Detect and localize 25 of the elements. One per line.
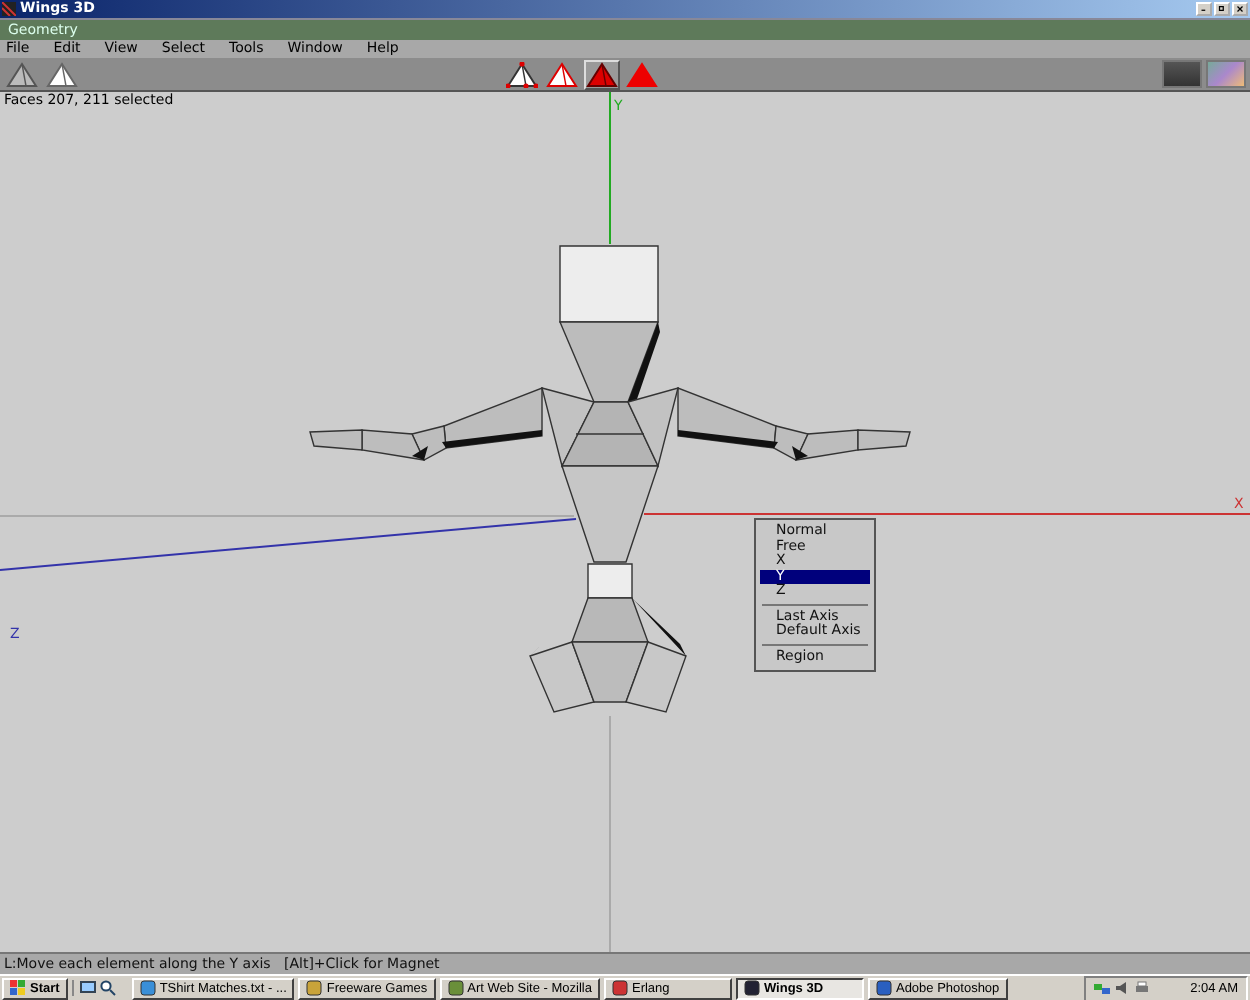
app-icon xyxy=(447,980,464,996)
view-mode-button[interactable] xyxy=(4,59,40,89)
app-icon xyxy=(306,980,323,996)
restore-button[interactable] xyxy=(1214,2,1230,16)
workmode-button[interactable] xyxy=(1162,60,1202,88)
select-mode-button[interactable] xyxy=(503,59,539,89)
minimize-button[interactable] xyxy=(1196,2,1212,16)
app-icon xyxy=(743,980,760,996)
flag-icon xyxy=(10,980,26,996)
search-icon[interactable] xyxy=(99,980,116,996)
app-icon xyxy=(2,2,16,16)
speaker-icon[interactable] xyxy=(1114,980,1131,996)
restore-icon xyxy=(1216,4,1228,14)
network-icon[interactable] xyxy=(1094,980,1111,996)
select-mode-button[interactable] xyxy=(543,59,579,89)
printer-icon[interactable] xyxy=(1134,980,1151,996)
minimize-icon xyxy=(1198,4,1210,14)
app-icon xyxy=(139,980,156,996)
close-icon xyxy=(1234,4,1246,14)
desktop-icon[interactable] xyxy=(79,980,96,996)
view-mode-button[interactable] xyxy=(44,59,80,89)
app-icon xyxy=(611,980,628,996)
select-mode-button[interactable] xyxy=(583,59,619,89)
close-button[interactable] xyxy=(1232,2,1248,16)
app-icon xyxy=(875,980,892,996)
